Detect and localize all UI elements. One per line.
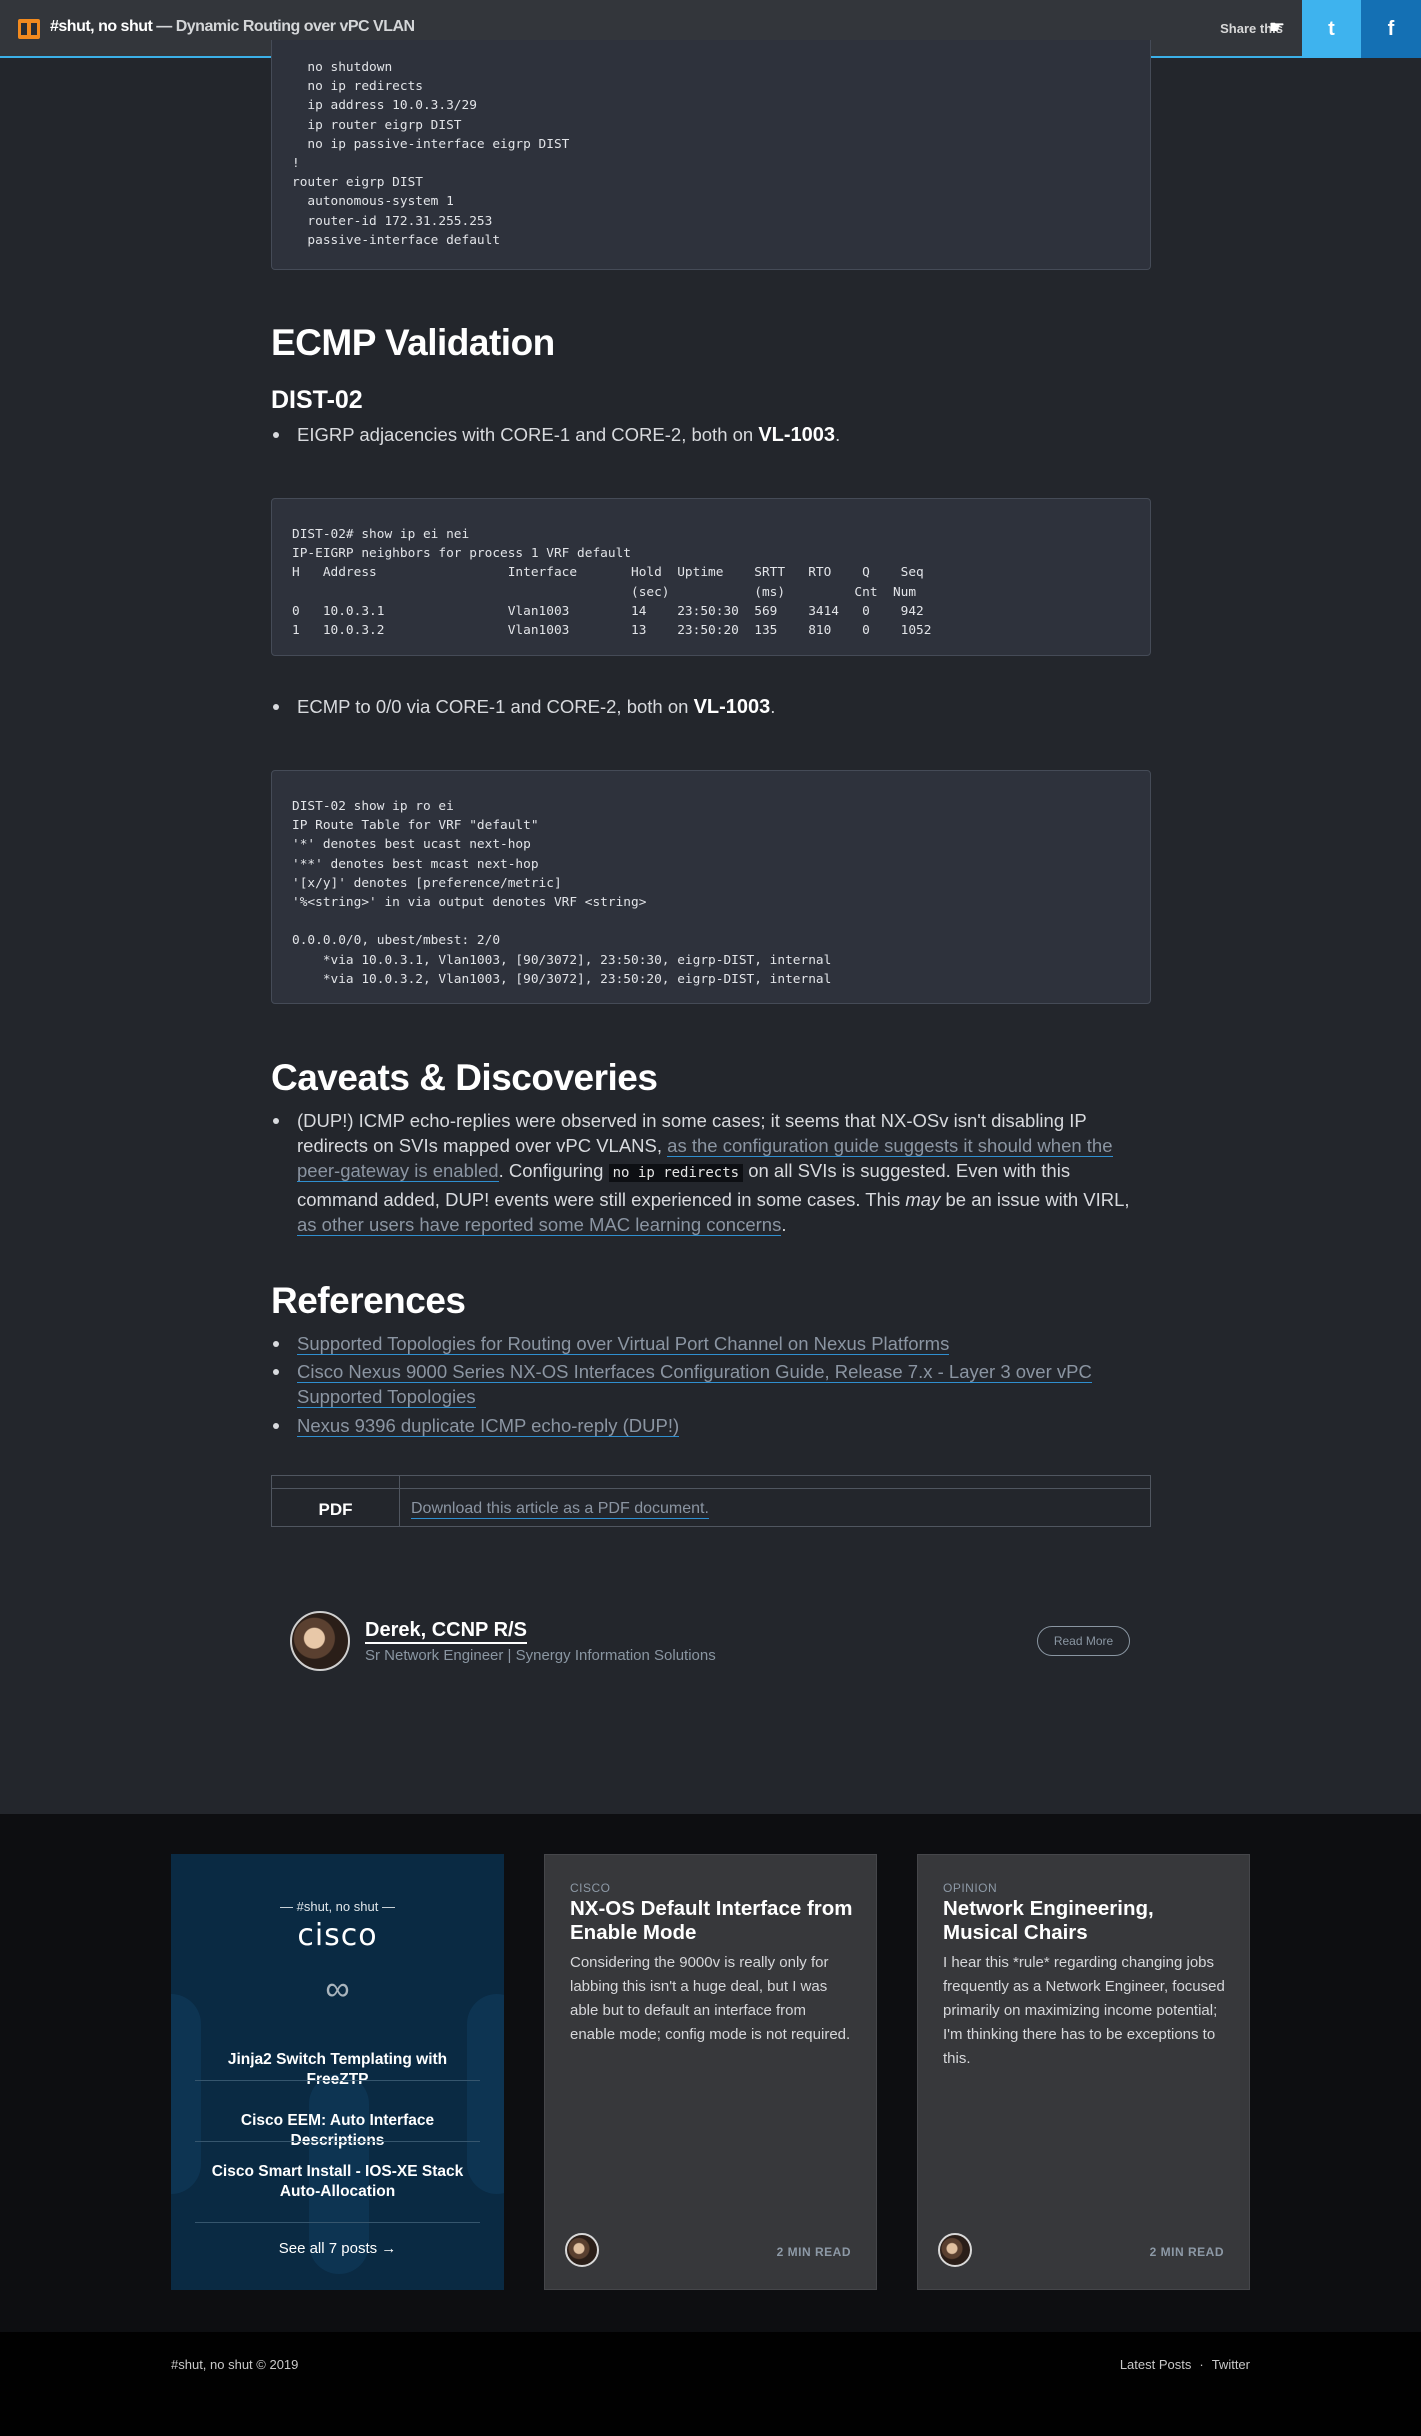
twitter-share-button[interactable]: t xyxy=(1302,0,1361,58)
divider xyxy=(195,2222,480,2223)
table-column-divider xyxy=(399,1476,400,1526)
bullet-text: EIGRP adjacencies with CORE-1 and CORE-2… xyxy=(297,424,759,445)
author-avatar[interactable] xyxy=(938,2233,972,2267)
footer-link-twitter[interactable]: Twitter xyxy=(1212,2357,1250,2372)
caveat-text: . Configuring xyxy=(498,1160,609,1182)
tag-post-link[interactable]: Jinja2 Switch Templating with FreeZTP xyxy=(195,2050,480,2090)
post-category: CISCO xyxy=(570,1881,611,1895)
tag-name[interactable]: cisco xyxy=(171,1918,504,1953)
site-title[interactable]: #shut, no shut — Dynamic Routing over vP… xyxy=(50,18,415,36)
references-heading: References xyxy=(271,1280,466,1321)
pointing-hand-icon: ☛ xyxy=(1268,17,1285,37)
copyright: #shut, no shut © 2019 xyxy=(171,2357,299,2372)
post-title[interactable]: NX-OS Default Interface from Enable Mode xyxy=(570,1897,855,1945)
pdf-download-link[interactable]: Download this article as a PDF document. xyxy=(411,1500,709,1519)
infinity-icon: ∞ xyxy=(325,1970,350,2008)
reference-link[interactable]: Cisco Nexus 9000 Series NX-OS Interfaces… xyxy=(297,1361,1092,1409)
post-title: Dynamic Routing over vPC VLAN xyxy=(175,18,415,35)
author-avatar[interactable] xyxy=(565,2233,599,2267)
site-name: #shut, no shut xyxy=(50,18,153,35)
footer-separator: · xyxy=(1199,2357,1204,2372)
caveat-text: . xyxy=(781,1213,787,1235)
config-code-block: no shutdown no ip redirects ip address 1… xyxy=(271,40,1151,270)
divider xyxy=(195,2141,480,2142)
vlan-label: VL-1003 xyxy=(693,696,771,718)
read-more-button[interactable]: Read More xyxy=(1037,1626,1130,1656)
eigrp-neighbors-code-block: DIST-02# show ip ei nei IP-EIGRP neighbo… xyxy=(271,498,1151,656)
reference-item: Cisco Nexus 9000 Series NX-OS Interfaces… xyxy=(273,1359,1139,1409)
caveats-bullet: (DUP!) ICMP echo-replies were observed i… xyxy=(273,1108,1139,1237)
caveats-heading: Caveats & Discoveries xyxy=(271,1057,658,1098)
read-time: 2 MIN READ xyxy=(1149,2245,1224,2259)
tag-card: — #shut, no shut — cisco ∞ Jinja2 Switch… xyxy=(171,1854,504,2290)
ecmp-bullet-default-route: ECMP to 0/0 via CORE-1 and CORE-2, both … xyxy=(273,694,1139,720)
pdf-table: PDF Download this article as a PDF docum… xyxy=(271,1475,1151,1527)
dist-02-heading: DIST-02 xyxy=(271,386,363,414)
reference-link[interactable]: Nexus 9396 duplicate ICMP echo-reply (DU… xyxy=(297,1415,680,1437)
related-posts-section: — #shut, no shut — cisco ∞ Jinja2 Switch… xyxy=(0,1814,1421,2332)
facebook-share-button[interactable]: f xyxy=(1361,0,1421,58)
read-time: 2 MIN READ xyxy=(776,2245,851,2259)
author-role: Sr Network Engineer | Synergy Informatio… xyxy=(365,1647,716,1664)
post-excerpt: Considering the 9000v is really only for… xyxy=(570,1954,851,2043)
author-avatar[interactable] xyxy=(290,1611,350,1671)
ecmp-heading: ECMP Validation xyxy=(271,322,555,363)
bullet-text: ECMP to 0/0 via CORE-1 and CORE-2, both … xyxy=(297,696,694,717)
emphasis: may xyxy=(905,1188,941,1210)
ecmp-bullet-adjacencies: EIGRP adjacencies with CORE-1 and CORE-2… xyxy=(273,422,1139,448)
mac-learning-link[interactable]: as other users have reported some MAC le… xyxy=(297,1213,782,1236)
see-all-posts-link[interactable]: See all 7 posts → xyxy=(171,2240,504,2257)
bullet-end: . xyxy=(770,696,776,717)
footer-link-latest-posts[interactable]: Latest Posts xyxy=(1120,2357,1192,2372)
post-category: OPINION xyxy=(943,1881,998,1895)
divider xyxy=(195,2080,480,2081)
post-excerpt: I hear this *rule* regarding changing jo… xyxy=(943,1954,1225,2067)
author-name[interactable]: Derek, CCNP R/S xyxy=(365,1619,527,1644)
bullet-end: . xyxy=(835,424,841,445)
reference-item: Nexus 9396 duplicate ICMP echo-reply (DU… xyxy=(273,1413,1139,1438)
tag-post-link[interactable]: Cisco Smart Install - IOS-XE Stack Auto-… xyxy=(195,2162,480,2202)
vlan-label: VL-1003 xyxy=(758,424,836,446)
reference-link[interactable]: Supported Topologies for Routing over Vi… xyxy=(297,1333,950,1355)
facebook-icon: f xyxy=(1387,18,1395,40)
table-header-line xyxy=(272,1488,1150,1489)
footer-nav: Latest Posts · Twitter xyxy=(1120,2357,1250,2372)
reference-item: Supported Topologies for Routing over Vi… xyxy=(273,1331,1139,1356)
tag-card-site-name: — #shut, no shut — xyxy=(280,1899,395,1914)
caveat-text: be an issue with VIRL, xyxy=(940,1188,1130,1210)
twitter-icon: t xyxy=(1328,18,1335,40)
ip-route-code-block: DIST-02 show ip ro ei IP Route Table for… xyxy=(271,770,1151,1004)
post-title[interactable]: Network Engineering, Musical Chairs xyxy=(943,1897,1228,1945)
inline-code: no ip redirects xyxy=(608,1164,744,1183)
title-separator: — xyxy=(152,18,176,35)
related-post-card[interactable]: OPINION Network Engineering, Musical Cha… xyxy=(917,1854,1250,2290)
site-footer xyxy=(0,2332,1421,2436)
related-post-card[interactable]: CISCO NX-OS Default Interface from Enabl… xyxy=(544,1854,877,2290)
tag-post-link[interactable]: Cisco EEM: Auto Interface Descriptions xyxy=(195,2111,480,2151)
site-logo-icon[interactable] xyxy=(18,19,40,39)
pdf-label: PDF xyxy=(318,1500,353,1519)
